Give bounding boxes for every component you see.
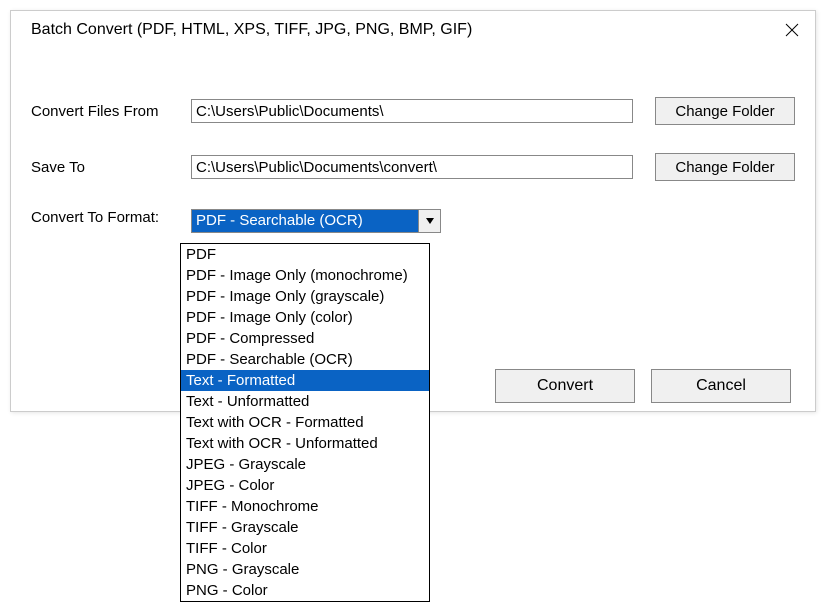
chevron-down-icon[interactable]	[418, 210, 440, 232]
label-format: Convert To Format:	[31, 209, 191, 226]
row-save-to: Save To Change Folder	[31, 153, 795, 181]
format-option[interactable]: PDF - Searchable (OCR)	[181, 349, 429, 370]
format-option[interactable]: PNG - Grayscale	[181, 559, 429, 580]
input-convert-from[interactable]	[191, 99, 633, 123]
row-format: Convert To Format: PDF - Searchable (OCR…	[31, 209, 795, 233]
format-option[interactable]: Text with OCR - Formatted	[181, 412, 429, 433]
format-option[interactable]: JPEG - Color	[181, 475, 429, 496]
format-option[interactable]: TIFF - Grayscale	[181, 517, 429, 538]
format-option[interactable]: JPEG - Grayscale	[181, 454, 429, 475]
label-save-to: Save To	[31, 159, 191, 176]
change-folder-from-button[interactable]: Change Folder	[655, 97, 795, 125]
titlebar: Batch Convert (PDF, HTML, XPS, TIFF, JPG…	[11, 11, 815, 45]
format-option[interactable]: TIFF - Color	[181, 538, 429, 559]
dialog-action-buttons: Convert Cancel	[495, 369, 791, 403]
dialog-title: Batch Convert (PDF, HTML, XPS, TIFF, JPG…	[31, 21, 472, 39]
format-option[interactable]: Text with OCR - Unformatted	[181, 433, 429, 454]
format-option[interactable]: PDF - Compressed	[181, 328, 429, 349]
cancel-button[interactable]: Cancel	[651, 369, 791, 403]
convert-button[interactable]: Convert	[495, 369, 635, 403]
format-option[interactable]: TIFF - Monochrome	[181, 496, 429, 517]
format-selected-text: PDF - Searchable (OCR)	[192, 210, 418, 232]
dialog-content: Convert Files From Change Folder Save To…	[11, 45, 815, 233]
format-dropdown-list[interactable]: PDFPDF - Image Only (monochrome)PDF - Im…	[180, 243, 430, 602]
format-option[interactable]: PDF - Image Only (grayscale)	[181, 286, 429, 307]
close-icon[interactable]	[783, 21, 801, 39]
format-combobox[interactable]: PDF - Searchable (OCR)	[191, 209, 441, 233]
label-convert-from: Convert Files From	[31, 103, 191, 120]
input-save-to[interactable]	[191, 155, 633, 179]
format-option[interactable]: PNG - Color	[181, 580, 429, 601]
change-folder-saveto-button[interactable]: Change Folder	[655, 153, 795, 181]
format-option[interactable]: Text - Formatted	[181, 370, 429, 391]
format-option[interactable]: Text - Unformatted	[181, 391, 429, 412]
format-option[interactable]: PDF - Image Only (monochrome)	[181, 265, 429, 286]
format-option[interactable]: PDF	[181, 244, 429, 265]
row-convert-from: Convert Files From Change Folder	[31, 97, 795, 125]
format-option[interactable]: PDF - Image Only (color)	[181, 307, 429, 328]
